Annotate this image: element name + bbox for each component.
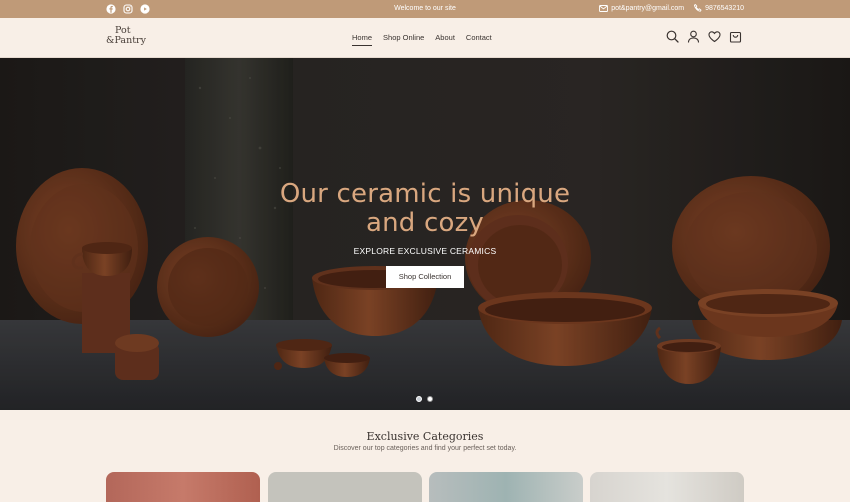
heart-icon[interactable] — [708, 30, 721, 43]
mail-icon — [599, 4, 609, 12]
email-contact[interactable]: pot&pantry@gmail.com — [599, 5, 684, 12]
nav-shop-online[interactable]: Shop Online — [383, 33, 424, 46]
category-card[interactable] — [429, 472, 583, 502]
hero-banner: Our ceramic is unique and cozy EXPLORE E… — [0, 58, 850, 410]
phone-text: 9876543210 — [705, 4, 744, 12]
email-text: pot&pantry@gmail.com — [611, 4, 685, 12]
main-nav: Home Shop Online About Contact — [352, 33, 492, 46]
header-actions — [666, 30, 742, 43]
slider-dot-2[interactable] — [427, 396, 433, 402]
categories-title: Exclusive Categories — [366, 430, 484, 443]
nav-home[interactable]: Home — [352, 33, 373, 46]
nav-about[interactable]: About — [435, 33, 455, 46]
hero-headline-line-1: Our ceramic is unique — [279, 179, 571, 209]
slider-dot-1[interactable] — [416, 396, 422, 402]
slider-dots — [416, 396, 433, 402]
shop-collection-button[interactable]: Shop Collection — [386, 266, 464, 288]
logo-line-2: &Pantry — [106, 35, 146, 46]
user-icon[interactable] — [687, 30, 700, 43]
search-icon[interactable] — [666, 30, 679, 43]
logo[interactable]: Pot &Pantry — [106, 26, 146, 46]
phone-contact[interactable]: 9876543210 — [694, 4, 744, 12]
categories-description: Discover our top categories and find you… — [333, 445, 517, 452]
phone-icon — [694, 4, 702, 12]
category-card[interactable] — [106, 472, 260, 502]
categories-section: Exclusive Categories Discover our top ca… — [0, 410, 850, 502]
contact-info: pot&pantry@gmail.com 9876543210 — [599, 4, 744, 12]
site-header: Pot &Pantry Home Shop Online About Conta… — [0, 18, 850, 58]
hero-headline: Our ceramic is unique and cozy — [0, 180, 850, 238]
cart-icon[interactable] — [729, 30, 742, 43]
category-card[interactable] — [590, 472, 744, 502]
hero-headline-line-2: and cozy — [365, 208, 485, 238]
nav-contact[interactable]: Contact — [466, 33, 492, 46]
hero-subheading: EXPLORE EXCLUSIVE CERAMICS — [353, 246, 497, 256]
top-announcement-bar: Welcome to our site pot&pantry@gmail.com… — [0, 0, 850, 18]
category-card[interactable] — [268, 472, 422, 502]
